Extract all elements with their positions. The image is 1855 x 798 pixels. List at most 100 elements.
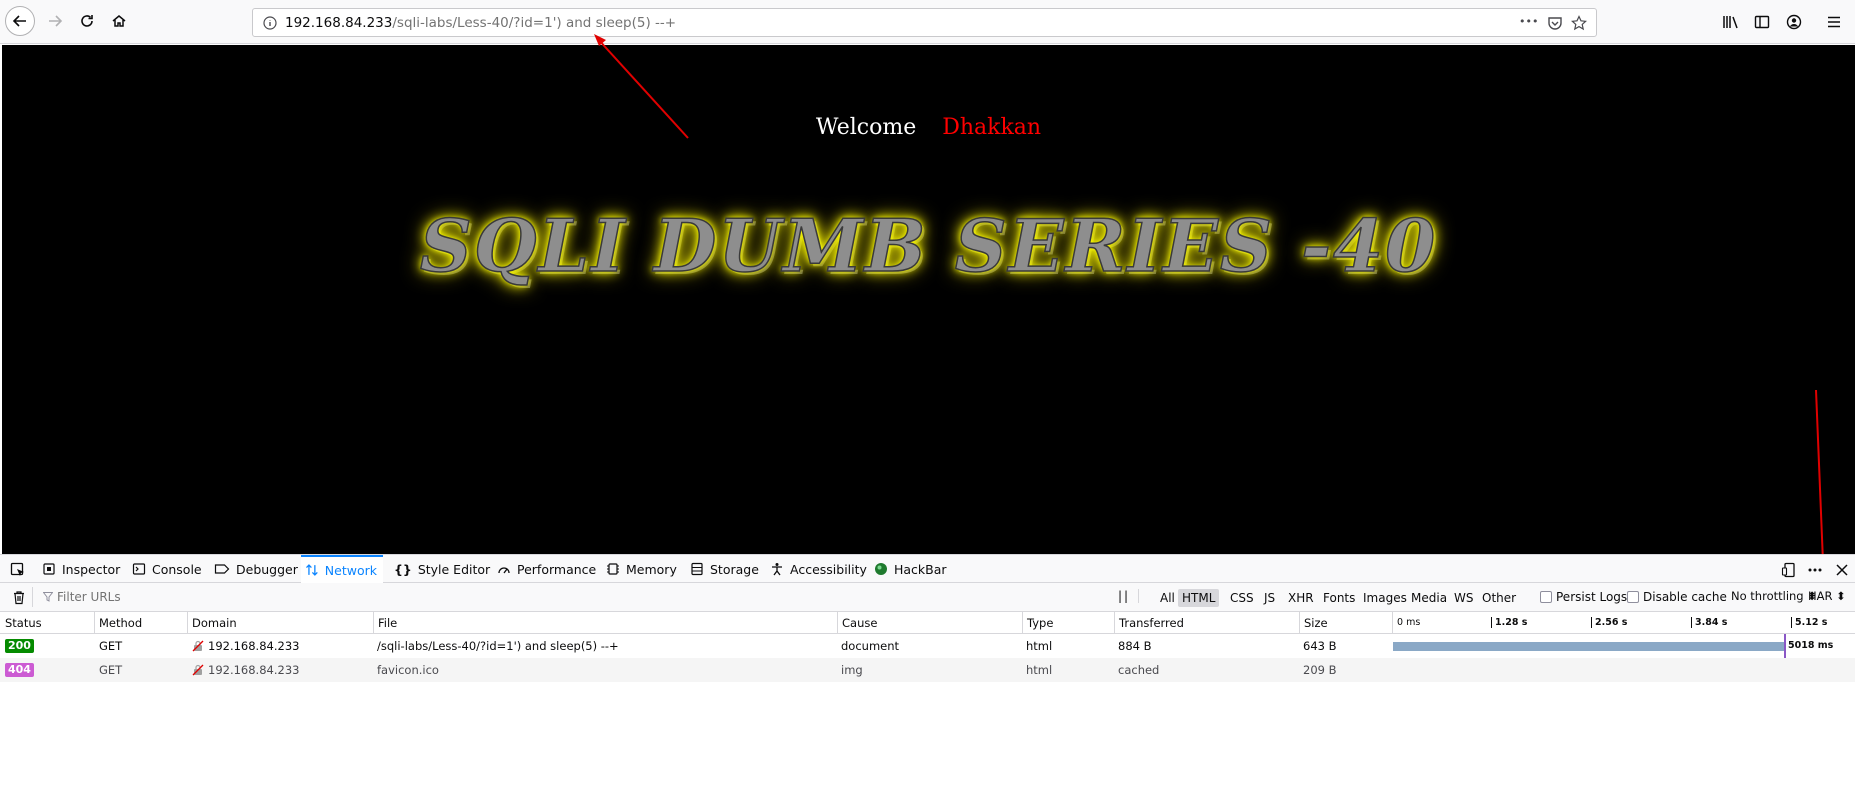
tab-debugger[interactable]: Debugger bbox=[214, 555, 298, 583]
arrow-right-icon bbox=[49, 15, 63, 27]
home-button[interactable] bbox=[104, 6, 134, 36]
persist-logs-label: Persist Logs bbox=[1556, 590, 1628, 604]
filter-css[interactable]: CSS bbox=[1226, 589, 1258, 607]
timeline-tick: 0 ms bbox=[1397, 617, 1421, 628]
tab-label: Inspector bbox=[62, 561, 121, 577]
col-type[interactable]: Type bbox=[1022, 612, 1115, 633]
close-icon[interactable] bbox=[1834, 562, 1850, 578]
filter-placeholder: Filter URLs bbox=[57, 590, 121, 604]
tab-inspector[interactable]: Inspector bbox=[42, 555, 120, 583]
pocket-icon[interactable] bbox=[1547, 15, 1563, 31]
tab-console[interactable]: Console bbox=[132, 555, 202, 583]
col-domain[interactable]: Domain bbox=[187, 612, 372, 633]
transferred-cell: cached bbox=[1118, 663, 1160, 677]
back-button[interactable] bbox=[5, 6, 35, 36]
browser-toolbar: 192.168.84.233/sqli-labs/Less-40/?id=1')… bbox=[0, 0, 1855, 44]
col-label: Domain bbox=[192, 615, 237, 630]
page-actions-icon[interactable]: ••• bbox=[1519, 15, 1538, 28]
tab-style-editor[interactable]: {} Style Editor bbox=[394, 555, 490, 583]
size-cell: 643 B bbox=[1303, 639, 1337, 653]
library-icon[interactable] bbox=[1722, 14, 1740, 30]
bookmark-star-icon[interactable] bbox=[1571, 15, 1587, 31]
insecure-lock-icon bbox=[192, 640, 204, 652]
table-row[interactable]: 200 GET 192.168.84.233 /sqli-labs/Less-4… bbox=[0, 634, 1855, 682]
col-label: Type bbox=[1027, 615, 1054, 630]
storage-icon bbox=[691, 562, 703, 576]
persist-logs-checkbox[interactable]: Persist Logs bbox=[1540, 590, 1627, 604]
filter-icon bbox=[43, 592, 53, 602]
har-menu[interactable]: HAR ⬍ bbox=[1808, 589, 1846, 603]
method-cell: GET bbox=[99, 639, 123, 653]
type-cell: html bbox=[1026, 639, 1053, 653]
reload-icon bbox=[81, 15, 93, 27]
tab-label: HackBar bbox=[894, 561, 947, 577]
filter-xhr[interactable]: XHR bbox=[1284, 589, 1318, 607]
status-cell: 404 bbox=[5, 658, 34, 682]
network-filterbar: Filter URLs || All HTML CSS JS XHR Fonts… bbox=[0, 583, 1855, 612]
col-transferred[interactable]: Transferred bbox=[1114, 612, 1299, 633]
trash-icon[interactable] bbox=[12, 590, 26, 605]
col-method[interactable]: Method bbox=[94, 612, 187, 633]
timeline-tick: 1.28 s bbox=[1491, 617, 1527, 628]
memory-icon bbox=[607, 563, 619, 575]
col-cause[interactable]: Cause bbox=[837, 612, 1022, 633]
account-icon[interactable] bbox=[1786, 14, 1802, 30]
more-options-icon[interactable] bbox=[1807, 562, 1823, 578]
disable-cache-checkbox[interactable]: Disable cache bbox=[1627, 590, 1727, 604]
element-picker-icon[interactable] bbox=[10, 562, 26, 578]
url-text[interactable]: 192.168.84.233/sqli-labs/Less-40/?id=1')… bbox=[285, 15, 676, 31]
domain-cell: 192.168.84.233 bbox=[192, 658, 299, 682]
tab-accessibility[interactable]: Accessibility bbox=[770, 555, 867, 583]
timeline-tick: 3.84 s bbox=[1691, 617, 1727, 628]
filter-html[interactable]: HTML bbox=[1178, 589, 1220, 607]
tab-memory[interactable]: Memory bbox=[606, 555, 677, 583]
filter-other[interactable]: Other bbox=[1478, 589, 1520, 607]
devtools-panel: Inspector Console Debugger Network {} St… bbox=[0, 554, 1855, 798]
insecure-lock-icon bbox=[192, 664, 204, 676]
tab-storage[interactable]: Storage bbox=[690, 555, 759, 583]
pause-icon[interactable]: || bbox=[1118, 589, 1140, 603]
sidebar-icon[interactable] bbox=[1754, 14, 1770, 30]
url-bar[interactable]: 192.168.84.233/sqli-labs/Less-40/?id=1')… bbox=[252, 8, 1597, 37]
banner-title: SQLI DUMB SERIES -40 bbox=[419, 202, 1438, 289]
filter-all[interactable]: All bbox=[1156, 589, 1179, 607]
filter-js[interactable]: JS bbox=[1260, 589, 1279, 607]
forward-button[interactable] bbox=[40, 6, 70, 36]
status-cell: 200 bbox=[5, 634, 34, 658]
tab-performance[interactable]: Performance bbox=[497, 555, 596, 583]
file-cell: /sqli-labs/Less-40/?id=1') and sleep(5) … bbox=[377, 639, 619, 653]
filter-images[interactable]: Images bbox=[1359, 589, 1411, 607]
filter-urls-input[interactable]: Filter URLs bbox=[32, 587, 1109, 607]
filter-fonts[interactable]: Fonts bbox=[1319, 589, 1359, 607]
devtools-tabbar: Inspector Console Debugger Network {} St… bbox=[0, 554, 1855, 583]
debugger-icon bbox=[214, 564, 230, 574]
network-table-header: Status Method Domain File Cause Type Tra… bbox=[0, 612, 1855, 634]
table-row[interactable]: 404 GET 192.168.84.233 favicon.ico img h… bbox=[0, 658, 1855, 682]
disable-cache-label: Disable cache bbox=[1643, 590, 1727, 604]
status-badge: 200 bbox=[5, 639, 34, 653]
method-cell: GET bbox=[99, 663, 123, 677]
performance-icon bbox=[498, 567, 510, 574]
cause-cell: img bbox=[841, 663, 863, 677]
tab-network[interactable]: Network bbox=[301, 555, 383, 583]
hamburger-menu-icon[interactable] bbox=[1826, 14, 1842, 30]
waterfall-bar bbox=[1393, 642, 1784, 651]
filter-ws[interactable]: WS bbox=[1450, 589, 1477, 607]
reload-button[interactable] bbox=[72, 6, 102, 36]
status-badge: 404 bbox=[5, 663, 34, 677]
size-cell: 209 B bbox=[1303, 663, 1337, 677]
tab-label: Accessibility bbox=[790, 561, 867, 577]
inspector-icon bbox=[43, 563, 55, 575]
url-path: /sqli-labs/Less-40/?id=1') and sleep(5) … bbox=[392, 15, 677, 31]
checkbox-box bbox=[1627, 591, 1639, 603]
col-size[interactable]: Size bbox=[1299, 612, 1394, 633]
network-icon bbox=[306, 564, 318, 576]
col-file[interactable]: File bbox=[373, 612, 838, 633]
col-status[interactable]: Status bbox=[5, 612, 93, 633]
filter-media[interactable]: Media bbox=[1407, 589, 1451, 607]
tab-hackbar[interactable]: HackBar bbox=[874, 555, 947, 583]
responsive-mode-icon[interactable] bbox=[1781, 562, 1797, 578]
checkbox-box bbox=[1540, 591, 1552, 603]
throttling-select[interactable]: No throttling ⬍ bbox=[1731, 589, 1817, 603]
info-icon[interactable] bbox=[263, 16, 277, 30]
